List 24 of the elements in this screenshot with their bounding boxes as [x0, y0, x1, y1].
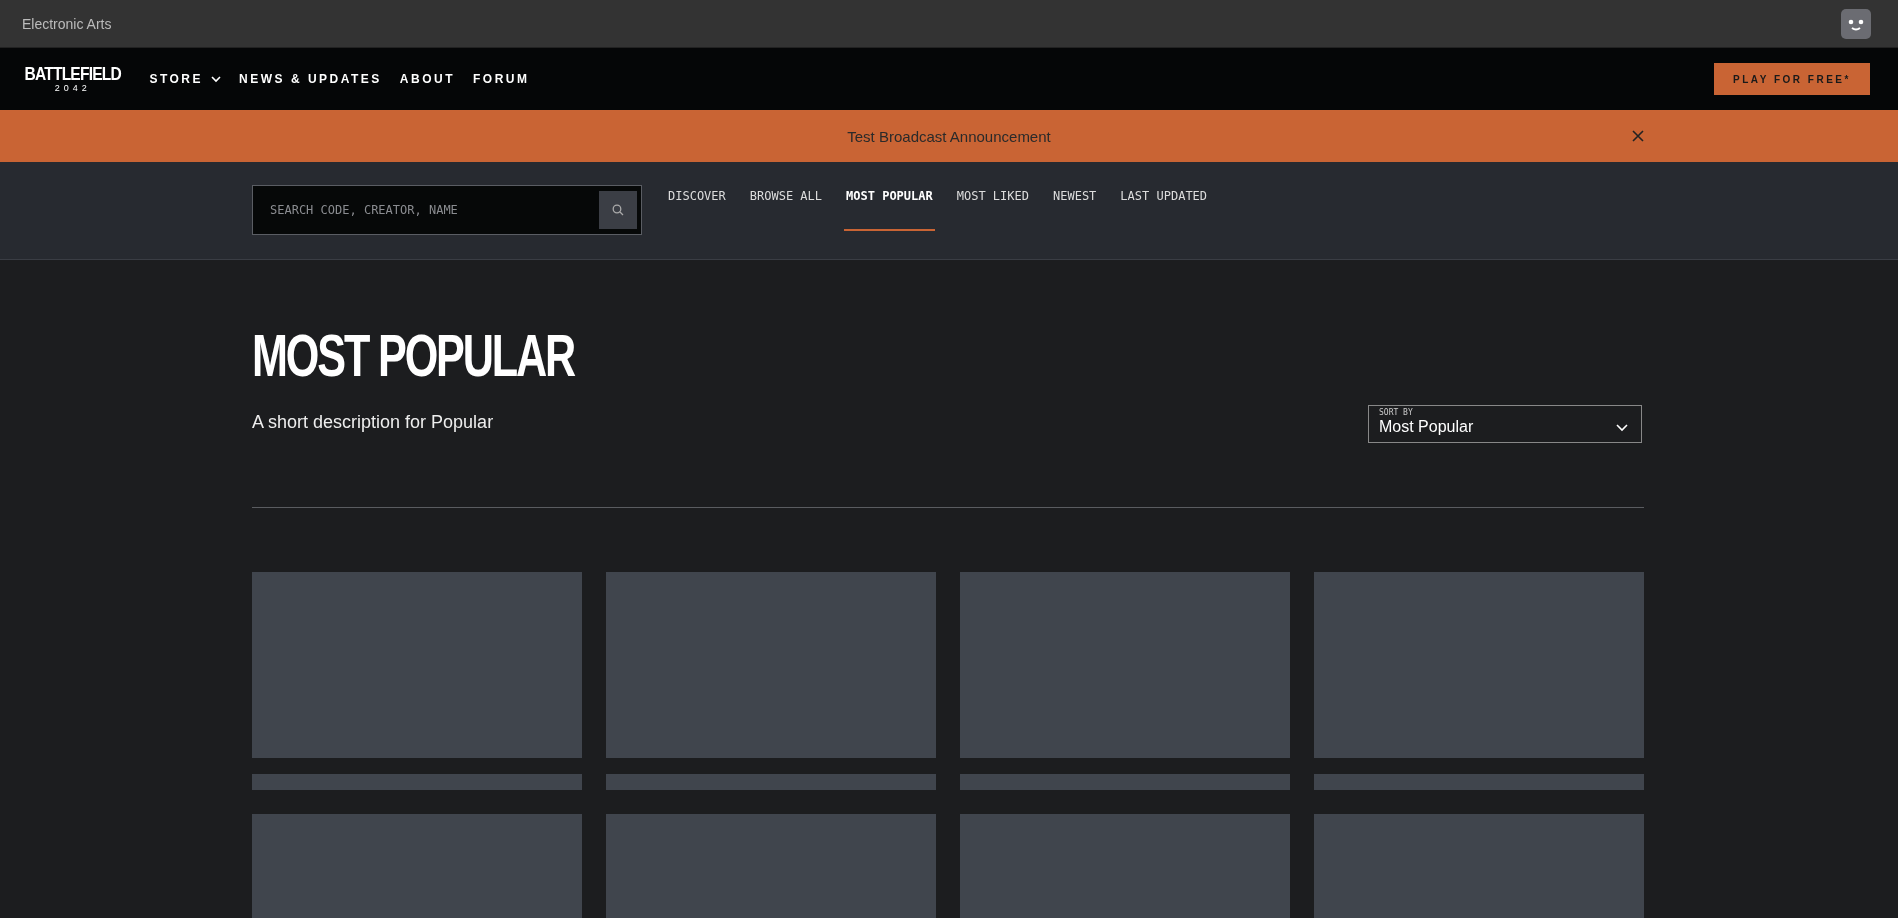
search-field[interactable]: SEARCH CODE, CREATOR, NAME [252, 185, 642, 235]
filter-tab[interactable]: MOST POPULAR [844, 185, 935, 231]
filter-tab[interactable]: BROWSE ALL [747, 185, 825, 231]
nav-link[interactable]: FORUM [473, 72, 530, 86]
nav-link[interactable]: STORE [149, 72, 222, 86]
filter-tab[interactable]: LAST UPDATED [1118, 185, 1210, 231]
caret-icon [1616, 424, 1628, 432]
announcement-text: Test Broadcast Announcement [847, 127, 1051, 145]
search-icon [612, 204, 624, 216]
filter-tab[interactable]: NEWEST [1051, 185, 1099, 231]
logo[interactable]: BATTLEFIELD 2042 [14, 65, 132, 93]
nav-link[interactable]: NEWS & UPDATES [239, 72, 382, 86]
page-description: A short description for Popular [252, 412, 494, 433]
nav-link[interactable]: ABOUT [399, 72, 455, 86]
close-icon[interactable] [1632, 130, 1644, 142]
brand-name: Electronic Arts [22, 15, 113, 32]
play-button[interactable]: PLAY FOR FREE* [1714, 63, 1870, 95]
sort-dropdown[interactable]: SORT BY Most Popular [1368, 405, 1642, 443]
avatar-icon[interactable] [1841, 8, 1871, 39]
filter-tab[interactable]: MOST LIKED [954, 185, 1031, 231]
page-title: MOST POPULAR [252, 324, 575, 388]
search-button[interactable] [599, 191, 637, 229]
filter-tab[interactable]: DISCOVER [666, 185, 728, 231]
caret-icon[interactable] [211, 75, 222, 83]
